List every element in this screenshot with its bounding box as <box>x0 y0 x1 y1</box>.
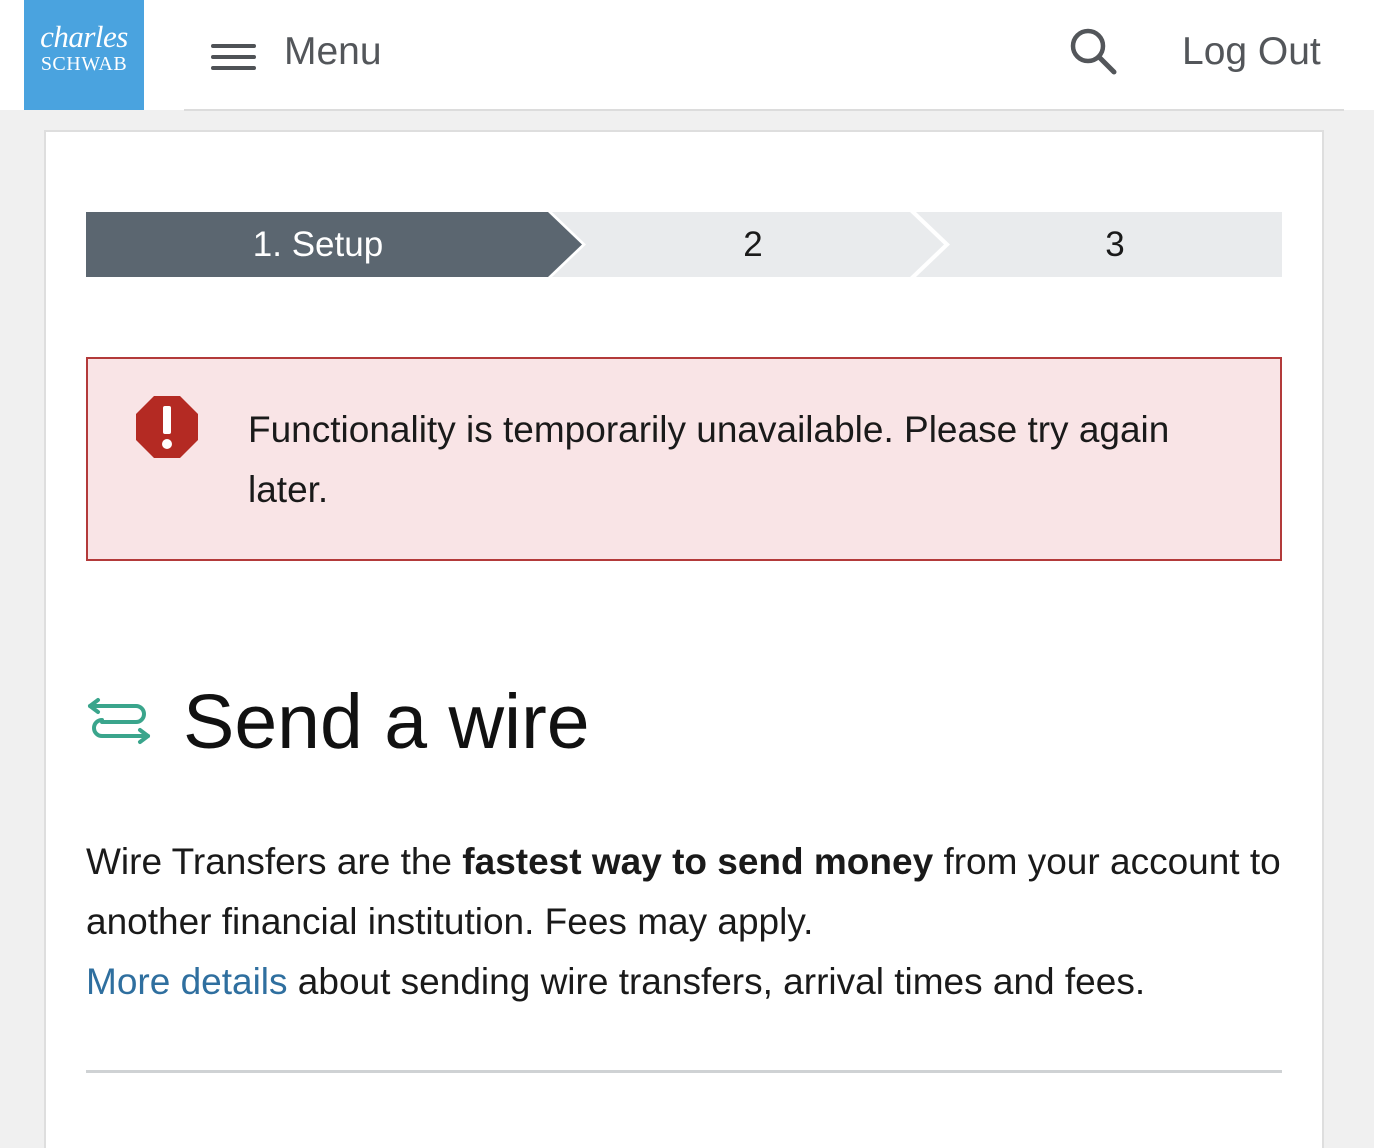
step-3: 3 <box>912 212 1282 277</box>
menu-button[interactable]: Menu <box>208 24 408 80</box>
desc-text-1: Wire Transfers are the <box>86 841 463 882</box>
more-details-link[interactable]: More details <box>86 961 288 1002</box>
desc-text-3: about sending wire transfers, arrival ti… <box>287 961 1146 1002</box>
progress-stepper: 1. Setup 2 3 <box>86 212 1282 277</box>
step-label: 3 <box>1105 224 1125 264</box>
logo-wordmark-bottom: SCHWAB <box>40 53 128 75</box>
hamburger-icon <box>208 35 258 70</box>
search-button[interactable] <box>1064 24 1120 80</box>
section-divider <box>86 1070 1282 1073</box>
error-octagon-icon <box>136 396 198 458</box>
logo-wordmark-top: charles <box>40 19 128 54</box>
wire-description: Wire Transfers are the fastest way to se… <box>86 832 1286 1012</box>
search-icon <box>1070 28 1117 75</box>
alert-message: Functionality is temporarily unavailable… <box>248 409 1170 510</box>
header-divider <box>184 109 1344 111</box>
logout-link[interactable]: Log Out <box>1182 24 1321 80</box>
step-label: 1. Setup <box>252 224 384 264</box>
transfer-arrows-icon <box>88 698 150 744</box>
step-label: 2 <box>743 224 763 264</box>
menu-label: Menu <box>284 30 382 73</box>
step-1-setup: 1. Setup <box>86 212 550 277</box>
desc-emphasis: fastest way to send money <box>462 841 934 882</box>
step-2: 2 <box>550 212 912 277</box>
charles-schwab-logo[interactable]: charles SCHWAB <box>24 0 144 110</box>
page-title: Send a wire <box>183 679 590 765</box>
step-chevron-icon <box>548 212 586 277</box>
top-header <box>0 0 1374 110</box>
step-chevron-icon <box>910 212 950 277</box>
